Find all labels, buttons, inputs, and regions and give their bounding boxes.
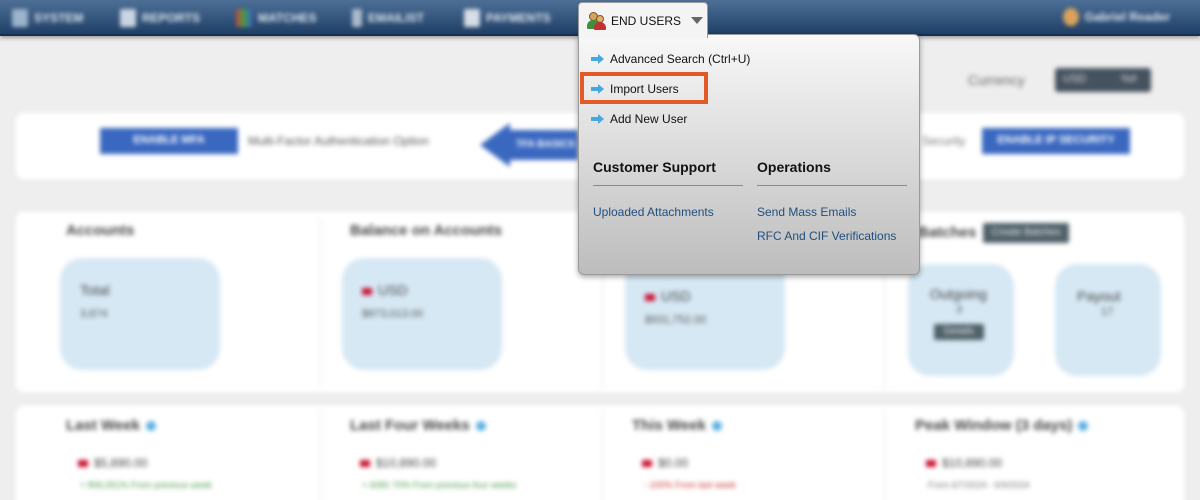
balance-value: $873,013.00 — [362, 308, 424, 320]
week-change: + 6081 70% From previous four weeks — [362, 480, 517, 490]
rfc-cif-verifications-link[interactable]: RFC And CIF Verifications — [757, 229, 896, 243]
system-icon — [12, 9, 28, 27]
enable-mfa-button[interactable]: ENABLE MFA — [100, 128, 238, 154]
matches-icon — [236, 9, 252, 27]
flag-icon — [362, 288, 372, 295]
flag-icon — [642, 460, 652, 467]
week-title: This Week — [632, 417, 706, 434]
week-title: Last Week — [66, 417, 140, 434]
nav-item-reports[interactable]: REPORTS — [120, 9, 200, 27]
info-icon[interactable] — [711, 421, 722, 432]
arrow-right-icon — [591, 54, 604, 64]
send-mass-emails-link[interactable]: Send Mass Emails — [757, 205, 856, 219]
currency-option[interactable]: %# — [1121, 73, 1137, 85]
week-change: + 806,051% From previous week — [80, 480, 212, 490]
tfa-arrow-label: TFA BASICS — [508, 130, 578, 160]
ip-security-text: Security — [922, 134, 966, 148]
week-change: - 100% From last week — [644, 480, 737, 490]
info-icon[interactable] — [1078, 421, 1089, 432]
nav-item-payments[interactable]: PAYMENTS — [464, 9, 551, 27]
arrow-left-icon — [480, 123, 510, 167]
divider — [593, 185, 743, 186]
payout-value: 17 — [1101, 306, 1114, 318]
week-title: Last Four Weeks — [350, 417, 470, 434]
advanced-search-item[interactable]: Advanced Search (Ctrl+U) — [591, 49, 750, 69]
nav-item-end-users[interactable]: END USERS — [578, 2, 708, 38]
arrow-right-icon — [591, 114, 604, 124]
outgoing-label: Outgoing — [930, 286, 987, 302]
balance-title: Balance on Accounts — [350, 222, 502, 239]
mfa-description: Multi-Factor Authentication Option — [248, 134, 429, 148]
accounts-title: Accounts — [66, 222, 135, 239]
currency-toggle[interactable]: USD %# — [1055, 68, 1151, 92]
uploaded-attachments-link[interactable]: Uploaded Attachments — [593, 205, 714, 219]
currency-option[interactable]: USD — [1063, 73, 1086, 85]
week-amount: $5,890.00 — [94, 456, 148, 470]
menu-item-label: Add New User — [610, 112, 688, 126]
outgoing-bubble: Outgoing 3 Details — [908, 264, 1014, 376]
balance-currency: USD — [378, 282, 408, 298]
reports-icon — [120, 9, 136, 27]
add-new-user-item[interactable]: Add New User — [591, 109, 687, 129]
import-users-highlight — [580, 72, 708, 104]
payout-bubble: Payout 17 — [1055, 264, 1161, 376]
customer-support-heading: Customer Support — [593, 159, 716, 175]
nav-item-label: EMAILIST — [368, 11, 424, 25]
third-value: $931,752.00 — [645, 314, 707, 326]
info-icon[interactable] — [145, 421, 156, 432]
create-batches-button[interactable]: Create Batches — [983, 223, 1069, 243]
user-menu[interactable]: Gabriel Reader — [1062, 8, 1170, 26]
flag-icon — [926, 460, 936, 467]
outgoing-details-button[interactable]: Details — [934, 324, 984, 340]
users-icon — [587, 11, 607, 30]
accounts-label: Total — [80, 282, 110, 298]
enable-ip-security-button[interactable]: ENABLE IP SECURITY — [982, 128, 1130, 154]
flag-icon — [360, 460, 370, 467]
user-name: Gabriel Reader — [1084, 10, 1170, 24]
nav-item-label: REPORTS — [142, 11, 201, 25]
third-currency: USD — [661, 288, 691, 304]
nav-item-label: PAYMENTS — [486, 11, 551, 25]
end-users-dropdown: Advanced Search (Ctrl+U) Import Users Ad… — [578, 34, 920, 275]
menu-item-label: Advanced Search (Ctrl+U) — [610, 52, 751, 66]
operations-heading: Operations — [757, 159, 831, 175]
avatar — [1062, 8, 1079, 26]
accounts-bubble: Total 3,674 — [60, 258, 220, 370]
nav-item-emailist[interactable]: EMAILIST — [352, 9, 424, 27]
currency-label: Currency — [968, 72, 1025, 88]
nav-item-matches[interactable]: MATCHES — [236, 9, 316, 27]
week-amount: $10,890.00 — [942, 456, 1003, 470]
week-amount: $10,890.00 — [376, 456, 437, 470]
nav-item-label: END USERS — [611, 13, 682, 28]
nav-item-label: MATCHES — [258, 11, 317, 25]
batches-title: Batches — [918, 224, 977, 241]
flag-icon — [78, 460, 88, 467]
nav-item-system[interactable]: SYSTEM — [12, 9, 83, 27]
week-change: From 6/7/2024 - 6/9/2024 — [928, 480, 1030, 490]
payout-label: Payout — [1077, 288, 1121, 304]
emailist-icon — [352, 9, 362, 27]
payments-icon — [464, 9, 480, 27]
chevron-down-icon — [691, 17, 704, 24]
nav-item-label: SYSTEM — [34, 11, 84, 25]
info-icon[interactable] — [475, 421, 486, 432]
week-title: Peak Window (3 days) — [915, 417, 1073, 434]
outgoing-value: 3 — [956, 304, 963, 316]
week-amount: $0.00 — [658, 456, 689, 470]
divider — [757, 185, 907, 186]
accounts-value: 3,674 — [80, 308, 108, 320]
flag-icon — [645, 294, 655, 301]
balance-bubble: USD $873,013.00 — [342, 258, 502, 370]
